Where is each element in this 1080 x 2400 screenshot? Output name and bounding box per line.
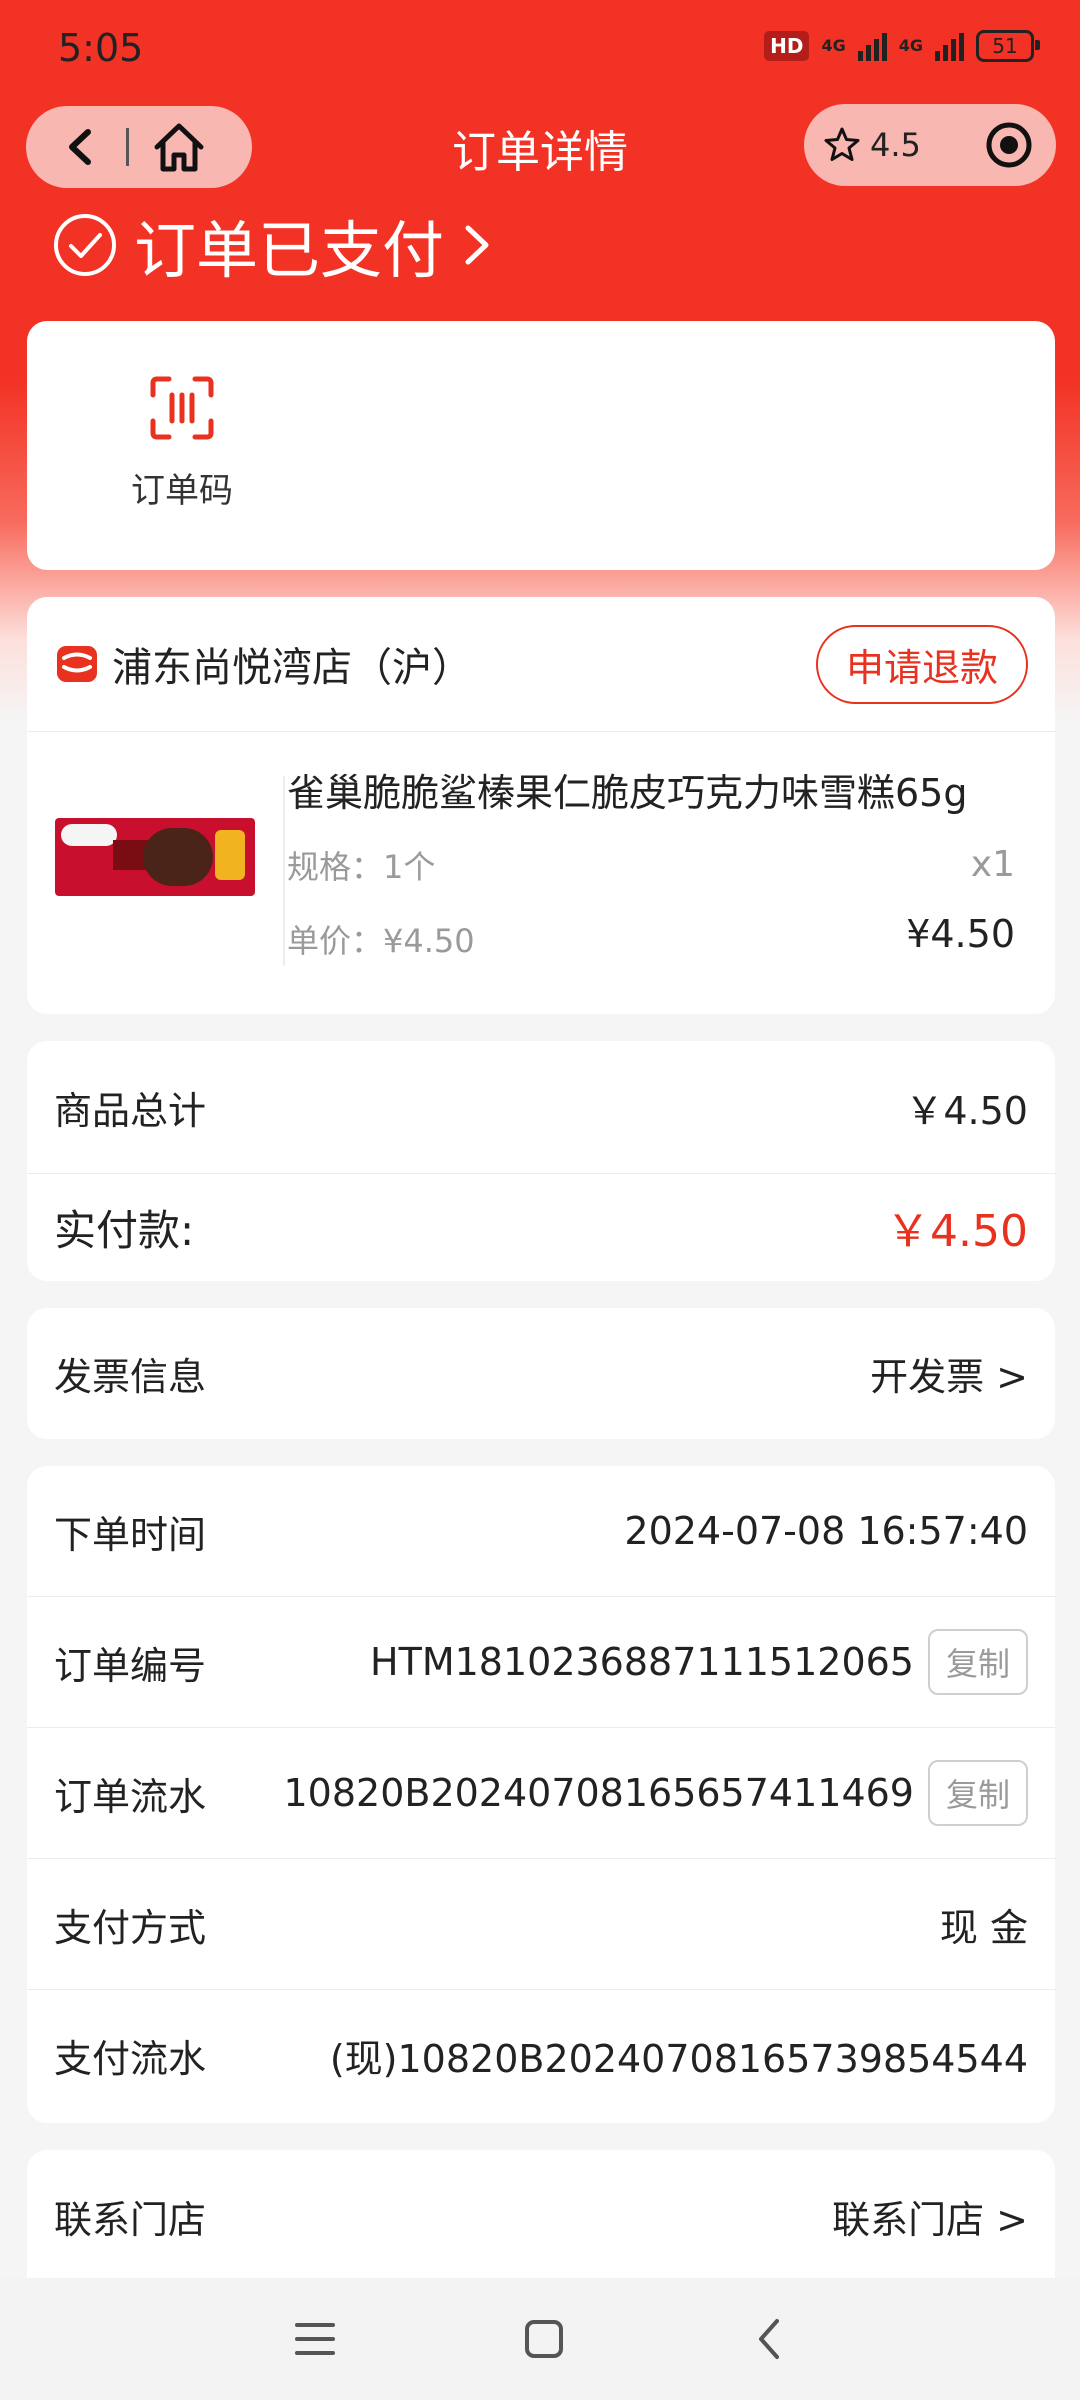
order-code-card: 订单码 [27,321,1055,570]
order-code-button[interactable]: 订单码 [77,373,287,512]
order-status-text: 订单已支付 [134,214,445,287]
order-serial-value: 10820B20240708165657411469 [283,1771,914,1815]
store-icon [57,646,97,682]
product-unit-price: 单价：¥4.50 [287,922,475,960]
nav-capsule-right: 4.5 [804,104,1056,186]
details-card: 下单时间 2024-07-08 16:57:40 订单编号 HTM1810236… [27,1466,1055,2123]
system-nav-bar [0,2278,1080,2400]
network-4g-2: 4G [898,36,923,55]
order-serial-label: 订单流水 [54,1774,207,1819]
order-no-value: HTM1810236887111512065 [370,1640,914,1684]
status-time: 5:05 [58,26,144,70]
pay-method-value: 现 金 [939,1905,1028,1950]
square-icon[interactable] [522,2317,566,2361]
copy-order-no-button[interactable]: 复制 [927,1629,1028,1695]
store-product-card: 浦东尚悦湾店（沪） 申请退款 雀巢脆脆鲨榛果仁脆皮巧克力味雪糕65g 规格：1个… [27,597,1055,1014]
order-time-value: 2024-07-08 16:57:40 [624,1509,1028,1553]
product-item[interactable]: 雀巢脆脆鲨榛果仁脆皮巧克力味雪糕65g 规格：1个 x1 单价：¥4.50 ¥4… [27,732,1055,1014]
order-no-row: 订单编号 HTM1810236887111512065 复制 [27,1597,1055,1727]
pay-method-label: 支付方式 [54,1905,207,1950]
product-price: ¥4.50 [906,912,1015,956]
contact-action[interactable]: 联系门店 > [832,2189,1028,2244]
network-4g-1: 4G [821,36,846,55]
order-status[interactable]: 订单已支付 [52,200,496,290]
chevron-right-icon [465,225,489,265]
signal-icon-2 [935,31,964,61]
menu-icon[interactable] [293,2319,337,2359]
product-spec: 规格：1个 [287,848,436,886]
invoice-card: 发票信息 开发票 > [27,1308,1055,1439]
store-name: 浦东尚悦湾店（沪） [112,645,472,691]
refund-button[interactable]: 申请退款 [815,624,1028,704]
store-row: 浦东尚悦湾店（沪） 申请退款 [27,597,1055,731]
signal-icon [857,31,887,61]
rating-value: 4.5 [870,126,921,164]
contact-row[interactable]: 联系门店 联系门店 > [27,2150,1055,2282]
order-serial-row: 订单流水 10820B20240708165657411469 复制 [27,1728,1055,1858]
paid-value: ￥4.50 [886,1206,1028,1257]
check-circle-icon [54,214,116,276]
invoice-action[interactable]: 开发票 > [870,1346,1028,1401]
invoice-row[interactable]: 发票信息 开发票 > [27,1308,1055,1439]
battery-icon: 51 [976,30,1040,62]
product-image [55,818,255,896]
order-time-row: 下单时间 2024-07-08 16:57:40 [27,1466,1055,1596]
product-image-divider [283,776,285,966]
product-quantity: x1 [970,844,1015,885]
target-icon[interactable] [983,119,1035,171]
subtotal-label: 商品总计 [54,1088,207,1133]
pay-serial-row: 支付流水 (现)10820B20240708165739854544 [27,1990,1055,2120]
status-icons: HD 4G 4G 51 [764,30,1040,62]
subtotal-value: ￥4.50 [905,1088,1028,1133]
contact-label: 联系门店 [54,2197,207,2242]
order-no-label: 订单编号 [54,1643,207,1688]
invoice-label: 发票信息 [54,1355,207,1399]
back-chevron-icon[interactable] [751,2315,787,2363]
copy-order-serial-button[interactable]: 复制 [927,1760,1028,1826]
paid-label: 实付款: [54,1205,195,1255]
hd-badge: HD [764,31,810,61]
scan-code-icon [150,376,214,440]
order-code-label: 订单码 [131,471,233,511]
pay-serial-value: (现)10820B20240708165739854544 [329,2036,1028,2081]
order-time-label: 下单时间 [54,1512,207,1557]
star-icon[interactable] [822,125,862,165]
pay-serial-label: 支付流水 [54,2036,207,2081]
product-name: 雀巢脆脆鲨榛果仁脆皮巧克力味雪糕65g [287,771,968,815]
paid-row: 实付款: ￥4.50 [27,1174,1055,1280]
pay-method-row: 支付方式 现 金 [27,1859,1055,1989]
subtotal-row: 商品总计 ￥4.50 [27,1041,1055,1173]
totals-card: 商品总计 ￥4.50 实付款: ￥4.50 [27,1041,1055,1281]
